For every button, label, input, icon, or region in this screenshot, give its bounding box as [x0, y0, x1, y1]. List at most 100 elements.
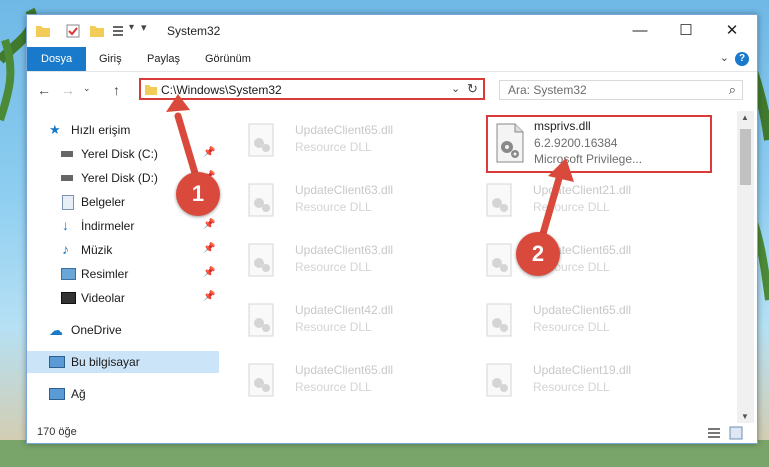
recent-locations-icon[interactable]: ⌄ — [83, 83, 91, 94]
folder-icon — [145, 85, 157, 95]
dll-file-icon — [486, 183, 512, 217]
maximize-button[interactable]: ☐ — [663, 15, 709, 47]
callout-badge-1: 1 — [176, 172, 220, 216]
file-type: Resource DLL — [295, 380, 372, 394]
dll-file-icon — [248, 243, 274, 277]
dll-file-icon — [486, 363, 512, 397]
file-type: Resource DLL — [533, 380, 610, 394]
network-icon — [49, 388, 65, 400]
file-item[interactable]: UpdateClient42.dll Resource DLL — [219, 295, 449, 345]
sidebar-item-disk-c[interactable]: Yerel Disk (C:) 📌 — [27, 143, 219, 165]
close-button[interactable]: ✕ — [709, 15, 755, 47]
sidebar-item-pictures[interactable]: Resimler 📌 — [27, 263, 219, 285]
sidebar-item-music[interactable]: ♪ Müzik 📌 — [27, 239, 219, 261]
minimize-button[interactable]: — — [617, 15, 663, 47]
dll-file-icon — [248, 183, 274, 217]
status-bar: 170 öğe — [27, 423, 757, 443]
file-item[interactable]: UpdateClient65.dll Resource DLL — [219, 355, 449, 405]
file-type: Resource DLL — [295, 260, 372, 274]
chevron-down-icon[interactable]: ▾ — [129, 22, 134, 38]
address-path: C:\Windows\System32 — [161, 83, 282, 97]
dll-file-icon — [486, 243, 512, 277]
dll-file-icon — [248, 363, 274, 397]
dropdown-icon[interactable]: ▾ — [141, 21, 147, 37]
file-item[interactable]: UpdateClient21.dll Resource DLL — [457, 175, 687, 225]
file-name: UpdateClient65.dll — [295, 123, 394, 137]
new-folder-icon[interactable] — [89, 23, 105, 39]
search-placeholder: Ara: System32 — [508, 83, 587, 97]
file-type: Resource DLL — [295, 320, 372, 334]
dll-file-icon — [486, 303, 512, 337]
file-item[interactable]: UpdateClient65.dll Resource DLL — [457, 295, 687, 345]
file-type: Resource DLL — [533, 200, 610, 214]
sidebar-item-network[interactable]: Ağ — [27, 383, 219, 405]
sidebar-item-downloads[interactable]: ↓ İndirmeler 📌 — [27, 215, 219, 237]
tab-dosya[interactable]: Dosya — [27, 47, 87, 71]
file-item[interactable]: UpdateClient19.dll Resource DLL — [457, 355, 687, 405]
dll-file-icon — [248, 123, 274, 157]
scroll-down-icon[interactable]: ▼ — [741, 412, 749, 421]
tab-gorunum[interactable]: Görünüm — [195, 47, 261, 71]
sidebar-item-label: Yerel Disk (D:) — [81, 171, 158, 185]
sidebar-item-label: OneDrive — [71, 323, 122, 337]
tab-paylas[interactable]: Paylaş — [137, 47, 190, 71]
sidebar-item-label: Yerel Disk (C:) — [81, 147, 158, 161]
customize-toolbar-icon[interactable] — [111, 23, 127, 39]
vertical-scrollbar[interactable]: ▲ ▼ — [737, 111, 754, 423]
file-type: Resource DLL — [295, 200, 372, 214]
file-name: msprivs.dll — [534, 119, 591, 133]
navigation-bar: ← → ⌄ ↑ C:\Windows\System32 ⌄ ↻ Ara: Sys… — [27, 72, 757, 108]
help-icon[interactable]: ? — [735, 52, 749, 66]
file-name: UpdateClient63.dll — [295, 243, 394, 257]
drive-icon — [61, 175, 73, 181]
music-icon: ♪ — [62, 241, 69, 257]
address-dropdown-icon[interactable]: ⌄ — [451, 82, 460, 95]
forward-arrow-icon[interactable]: → — [61, 82, 75, 98]
dll-file-icon — [248, 303, 274, 337]
pin-icon: 📌 — [203, 147, 216, 158]
file-item[interactable]: UpdateClient65.dll Resource DLL — [457, 235, 687, 285]
search-icon[interactable]: ⌕ — [729, 82, 736, 98]
download-icon: ↓ — [62, 217, 69, 233]
file-type: Resource DLL — [295, 140, 372, 154]
file-type: Resource DLL — [533, 320, 610, 334]
star-icon: ★ — [49, 122, 61, 137]
sidebar-item-label: Hızlı erişim — [71, 123, 131, 137]
file-name: UpdateClient65.dll — [295, 363, 394, 377]
scrollbar-thumb[interactable] — [740, 129, 751, 185]
drive-icon — [61, 151, 73, 157]
scroll-up-icon[interactable]: ▲ — [741, 113, 749, 122]
details-view-icon[interactable] — [707, 427, 721, 439]
back-arrow-icon[interactable]: ← — [37, 82, 51, 98]
sidebar-item-label: Resimler — [81, 267, 129, 281]
large-icons-view-icon[interactable] — [729, 426, 743, 440]
file-name: UpdateClient21.dll — [533, 183, 632, 197]
sidebar-item-quick-access[interactable]: ★ Hızlı erişim — [27, 119, 219, 141]
file-item[interactable]: UpdateClient63.dll Resource DLL — [219, 175, 449, 225]
refresh-icon[interactable]: ↻ — [467, 81, 478, 97]
sidebar-item-videos[interactable]: Videolar 📌 — [27, 287, 219, 309]
ribbon-expand-icon[interactable]: ⌄ — [720, 51, 729, 64]
tab-giris[interactable]: Giriş — [89, 47, 132, 71]
sidebar-item-label: Ağ — [71, 387, 86, 401]
file-item[interactable]: UpdateClient63.dll Resource DLL — [219, 235, 449, 285]
msprivs-file-item[interactable]: msprivs.dll 6.2.9200.16384 Microsoft Pri… — [486, 115, 712, 173]
sidebar-item-label: İndirmeler — [81, 219, 135, 233]
sidebar-item-onedrive[interactable]: ☁ OneDrive — [27, 319, 219, 341]
callout-badge-2: 2 — [516, 232, 560, 276]
file-item[interactable]: UpdateClient65.dll Resource DLL — [219, 115, 449, 165]
pin-icon: 📌 — [203, 219, 216, 230]
search-input[interactable]: Ara: System32 ⌕ — [499, 80, 743, 100]
sidebar-item-label: Belgeler — [81, 195, 126, 209]
ribbon-tabs: Dosya Giriş Paylaş Görünüm ⌄ ? — [27, 47, 757, 72]
sidebar-item-label: Müzik — [81, 243, 113, 257]
file-version: 6.2.9200.16384 — [534, 136, 618, 150]
file-name: UpdateClient65.dll — [533, 303, 632, 317]
pin-icon: 📌 — [203, 291, 216, 302]
sidebar-item-this-pc[interactable]: Bu bilgisayar — [27, 351, 219, 373]
properties-icon[interactable] — [65, 23, 81, 39]
pictures-icon — [61, 268, 76, 280]
address-bar[interactable]: C:\Windows\System32 ⌄ ↻ — [139, 78, 485, 100]
up-arrow-icon[interactable]: ↑ — [113, 82, 120, 98]
pin-icon: 📌 — [203, 243, 216, 254]
